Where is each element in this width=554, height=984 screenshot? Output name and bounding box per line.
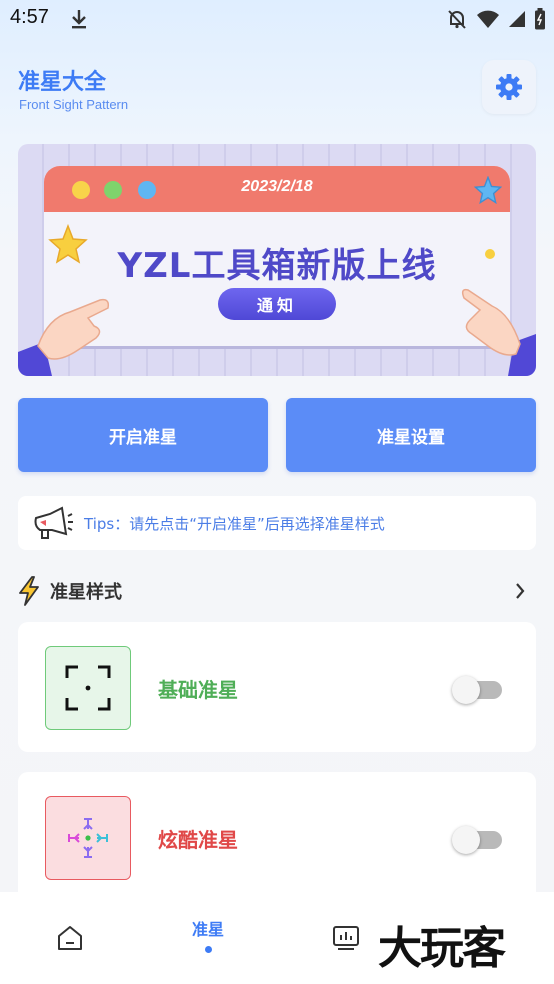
toggle-knob [452, 676, 480, 704]
home-icon [58, 926, 82, 950]
stats-icon [333, 926, 359, 950]
blue-star-icon [474, 176, 502, 204]
app-subtitle: Front Sight Pattern [19, 97, 129, 112]
left-hand-illustration [18, 298, 110, 376]
chevron-right-icon[interactable] [514, 581, 526, 601]
nav-crosshair[interactable]: 准星 [176, 892, 240, 984]
signal-icon [508, 10, 526, 32]
active-indicator [204, 945, 212, 953]
banner-titlebar: 2023/2/18 [44, 166, 510, 212]
bracket-crosshair-icon [65, 665, 111, 711]
cool-crosshair-thumbnail [45, 796, 131, 880]
style-label: 炫酷准星 [158, 828, 238, 852]
promo-banner[interactable]: 2023/2/18 YZL工具箱新版上线 通知 [18, 144, 536, 376]
enable-crosshair-button[interactable]: 开启准星 [18, 398, 268, 472]
nav-home[interactable] [40, 892, 100, 984]
banner-headline: YZL工具箱新版上线 [117, 246, 437, 286]
tips-bar: Tips：请先点击“开启准星”后再选择准星样式 [18, 496, 536, 550]
yellow-star-icon [48, 224, 88, 264]
lightning-icon [19, 576, 39, 606]
nav-stats[interactable] [316, 892, 376, 984]
app-title: 准星大全 [18, 70, 107, 95]
crosshair-settings-button[interactable]: 准星设置 [286, 398, 536, 472]
arrow-crosshair-icon [68, 818, 108, 858]
style-toggle[interactable] [452, 676, 504, 704]
tips-text: Tips：请先点击“开启准星”后再选择准星样式 [84, 514, 385, 533]
crosshair-style-card[interactable]: 炫酷准星 [18, 772, 536, 912]
nav-label: 准星 [191, 919, 224, 939]
megaphone-icon [34, 506, 73, 539]
style-label: 基础准星 [158, 678, 238, 702]
section-title: 准星样式 [50, 582, 122, 603]
settings-button[interactable] [482, 60, 536, 114]
crosshair-style-card[interactable]: 基础准星 [18, 622, 536, 752]
crosshair-styles-header[interactable]: 准星样式 [18, 574, 536, 608]
status-bar: 4:57 [0, 0, 554, 38]
wifi-icon [476, 9, 500, 33]
gear-icon [496, 74, 522, 100]
notifications-off-icon [446, 8, 468, 34]
banner-date: 2023/2/18 [241, 178, 313, 195]
banner-notice-pill: 通知 [218, 288, 336, 320]
small-yellow-dot [485, 249, 495, 259]
download-icon [70, 8, 88, 34]
style-toggle[interactable] [452, 826, 504, 854]
status-time: 4:57 [10, 6, 49, 28]
battery-icon [534, 8, 546, 34]
watermark-logo: 大玩客 [378, 923, 506, 974]
basic-crosshair-thumbnail [45, 646, 131, 730]
right-hand-illustration [461, 288, 536, 376]
toggle-knob [452, 826, 480, 854]
